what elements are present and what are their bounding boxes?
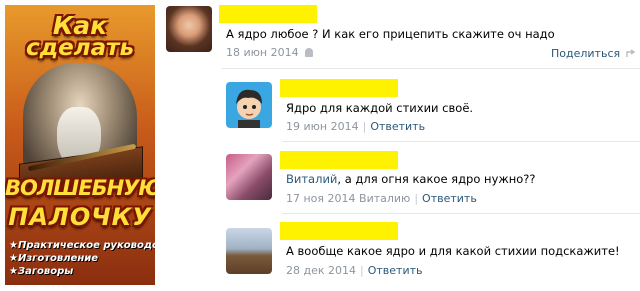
comment-date[interactable]: 17 ноя 2014 <box>286 192 356 205</box>
comment-text: А ядро любое ? И как его прицепить скажи… <box>226 27 555 41</box>
comment-text: Ядро для каждой стихии своё. <box>286 101 474 115</box>
comment-meta: 18 июн 2014 <box>226 46 313 59</box>
reply-button[interactable]: Ответить <box>370 120 425 133</box>
share-icon <box>626 49 636 57</box>
ad-title-line-3: ВОЛШЕБНУЮ <box>5 176 155 200</box>
separator: | <box>414 192 419 205</box>
share-label[interactable]: Поделиться <box>551 47 620 60</box>
comment-date[interactable]: 28 дек 2014 <box>286 264 356 277</box>
divider <box>282 213 640 214</box>
author-name-redacted[interactable] <box>280 222 398 240</box>
author-name-redacted[interactable] <box>280 151 398 169</box>
comment-date[interactable]: 18 июн 2014 <box>226 46 299 59</box>
reply-to-name[interactable]: Виталию <box>359 192 410 205</box>
separator: | <box>362 120 367 133</box>
comment-meta: 28 дек 2014 | Ответить <box>286 264 423 277</box>
share-button[interactable]: Поделиться <box>551 47 636 60</box>
comment-date[interactable]: 19 июн 2014 <box>286 120 359 133</box>
comment-text: Виталий, а для огня какое ядро нужно?? <box>286 172 536 186</box>
separator: | <box>360 264 364 277</box>
reply-button[interactable]: Ответить <box>368 264 423 277</box>
ad-bullet-list: Практическое руководство Изготовление За… <box>9 239 155 278</box>
avatar[interactable] <box>226 228 272 274</box>
mention-link[interactable]: Виталий <box>286 172 337 186</box>
reply-button[interactable]: Ответить <box>422 192 477 205</box>
author-name-redacted[interactable] <box>219 5 317 23</box>
ad-bullet: Практическое руководство <box>9 239 155 252</box>
android-icon <box>304 48 313 57</box>
comment-text: А вообще какое ядро и для какой стихии п… <box>286 244 620 258</box>
divider <box>282 141 640 142</box>
avatar[interactable] <box>226 154 272 200</box>
avatar[interactable] <box>166 6 212 52</box>
avatar[interactable] <box>226 82 272 128</box>
ad-bullet: Заговоры <box>9 265 155 278</box>
avatar-cartoon-icon <box>236 89 262 128</box>
divider <box>222 68 640 69</box>
comment-meta: 19 июн 2014 | Ответить <box>286 120 425 133</box>
ad-title-line-4: ПАЛОЧКУ <box>8 203 152 231</box>
comment-1: А ядро любое ? И как его прицепить скажи… <box>0 0 640 66</box>
ad-bullet: Изготовление <box>9 252 155 265</box>
author-name-redacted[interactable] <box>280 79 398 97</box>
comment-meta: 17 ноя 2014 Виталию | Ответить <box>286 192 477 205</box>
comment-body: , а для огня какое ядро нужно?? <box>337 172 536 186</box>
